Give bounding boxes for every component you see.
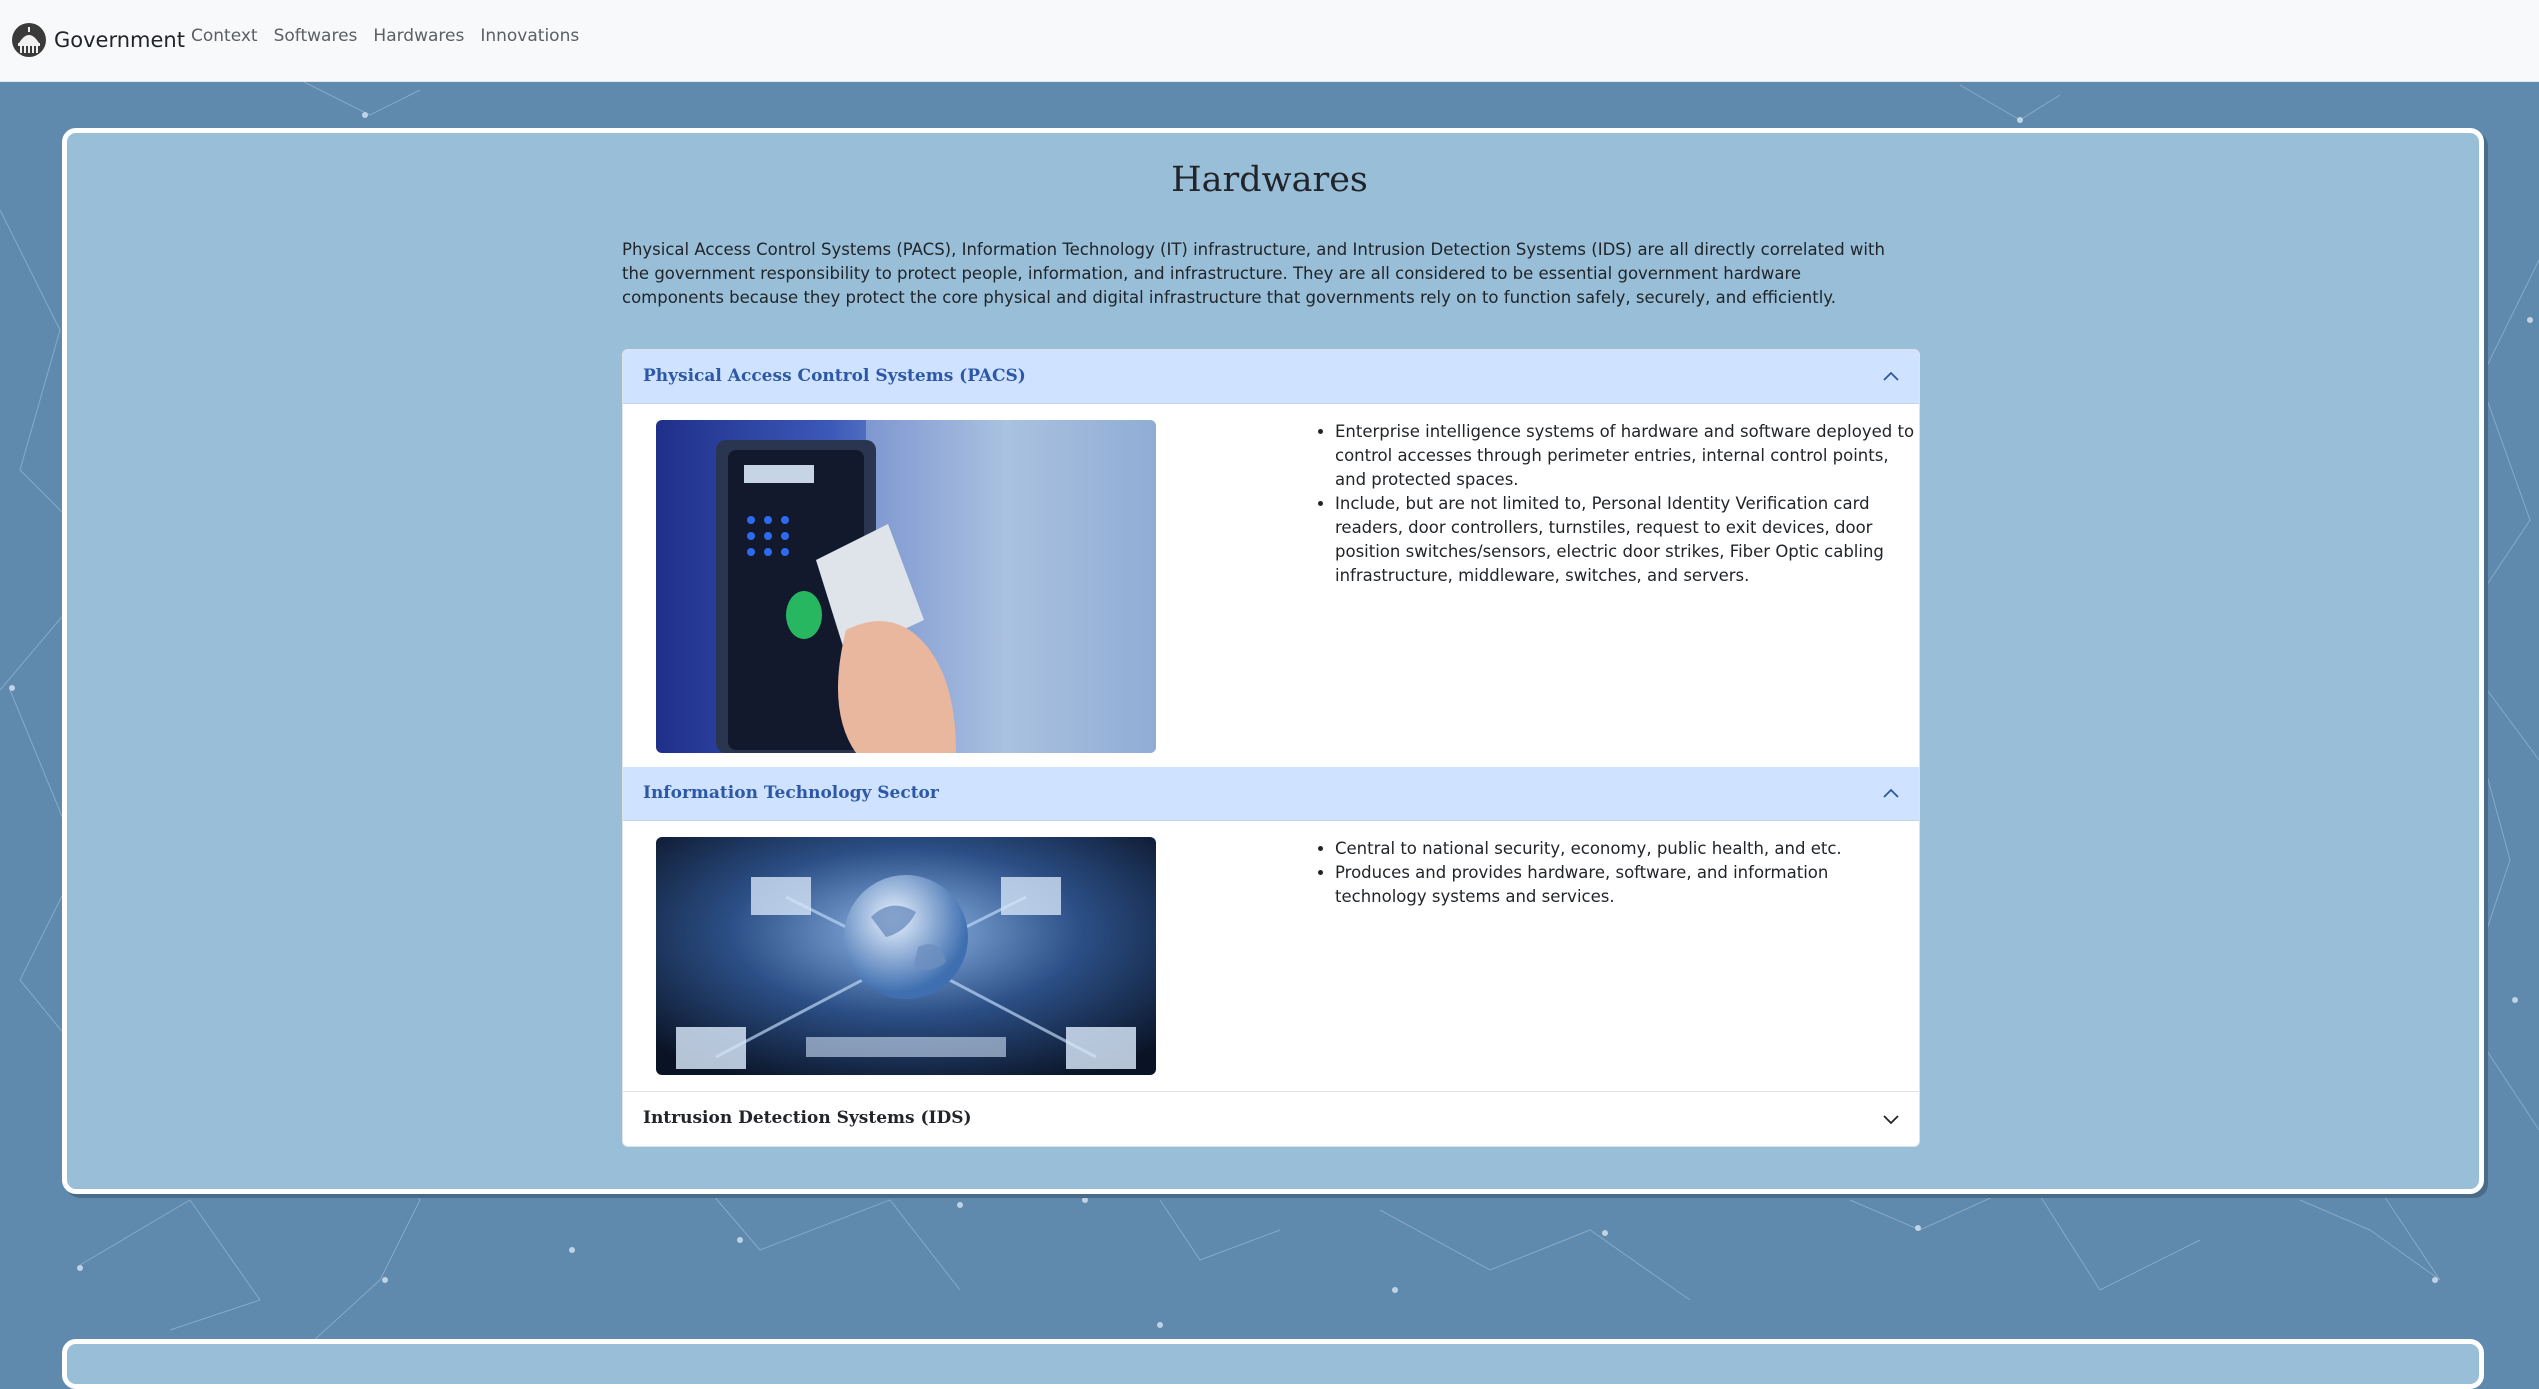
accordion-title-pacs: Physical Access Control Systems (PACS) [643,366,1026,386]
list-item: Include, but are not limited to, Persona… [1335,492,1915,588]
globe-network-photo [656,837,1156,1075]
accordion-header-pacs[interactable]: Physical Access Control Systems (PACS) [623,350,1919,404]
page-title: Hardwares [1171,160,1368,200]
chevron-down-icon [1883,1115,1899,1125]
accordion-header-it-sector[interactable]: Information Technology Sector [623,767,1919,821]
it-sector-bullet-list: Central to national security, economy, p… [1313,837,1915,909]
keycard-reader-photo [656,420,1156,753]
chevron-up-icon [1883,788,1899,798]
next-section-card [62,1339,2484,1389]
list-item: Produces and provides hardware, software… [1335,861,1915,909]
top-navbar: Government Context Softwares Hardwares I… [0,0,2539,82]
accordion-body-it-sector: Central to national security, economy, p… [623,821,1919,1091]
nav-links: Context Softwares Hardwares Innovations [191,26,579,46]
nav-link-innovations[interactable]: Innovations [480,26,579,46]
accordion-title-ids: Intrusion Detection Systems (IDS) [643,1108,972,1128]
nav-link-context[interactable]: Context [191,26,258,46]
accordion-title-it-sector: Information Technology Sector [643,783,939,803]
brand-link[interactable]: Government [10,18,185,62]
chevron-up-icon [1883,371,1899,381]
nav-link-softwares[interactable]: Softwares [274,26,358,46]
brand-name: Government [54,28,185,52]
list-item: Enterprise intelligence systems of hardw… [1335,420,1915,492]
pacs-bullet-list: Enterprise intelligence systems of hardw… [1313,420,1915,588]
capitol-dome-logo-icon [12,23,46,57]
hardware-accordion: Physical Access Control Systems (PACS) •… [622,349,1920,1147]
intro-paragraph: Physical Access Control Systems (PACS), … [622,240,1885,307]
nav-link-hardwares[interactable]: Hardwares [373,26,464,46]
accordion-body-pacs: Enterprise intelligence systems of hardw… [623,404,1919,767]
list-item: Central to national security, economy, p… [1335,837,1915,861]
accordion-header-ids[interactable]: Intrusion Detection Systems (IDS) [623,1091,1919,1145]
